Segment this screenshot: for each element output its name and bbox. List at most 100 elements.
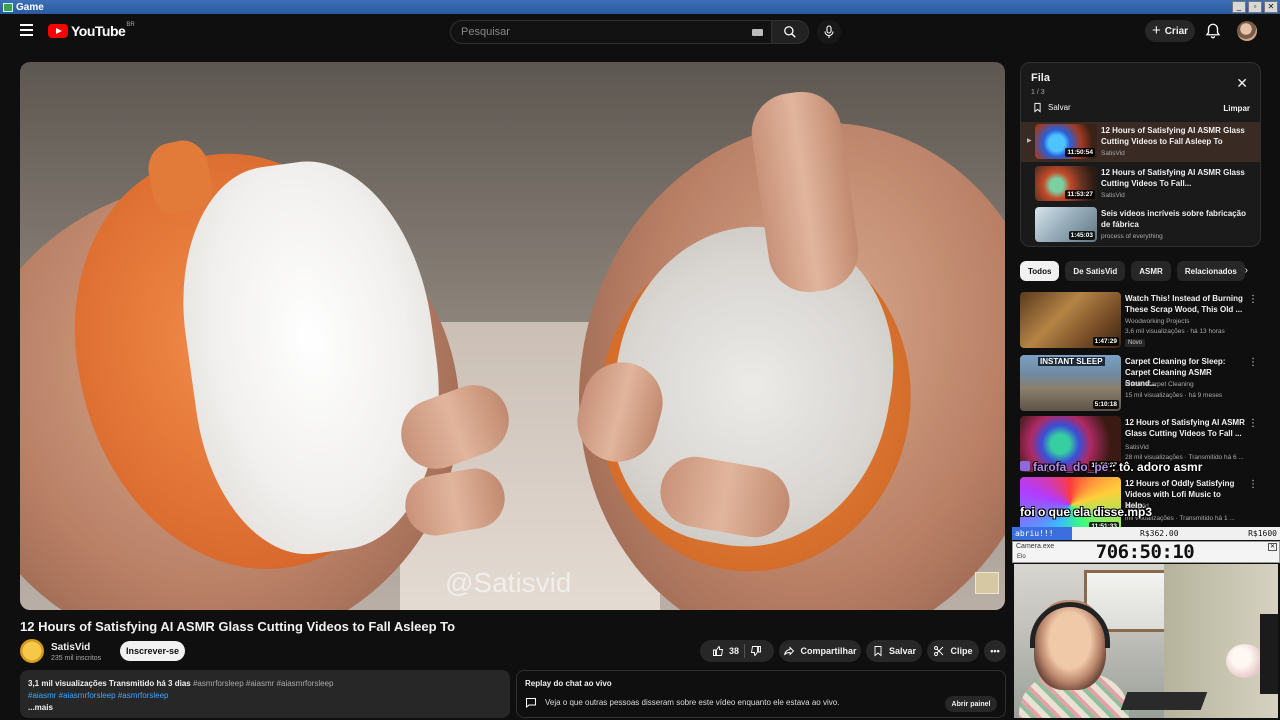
subscriber-count: 235 mil inscritos (51, 655, 102, 662)
chat-replay-box: Replay do chat ao vivo Veja o que outras… (516, 670, 1006, 718)
create-button[interactable]: + Criar (1145, 20, 1195, 42)
donation-goal: R$1600 (1248, 529, 1277, 538)
country-code: BR (126, 22, 135, 28)
subscribe-button[interactable]: Inscrever-se (120, 641, 185, 661)
chat-replay-title: Replay do chat ao vivo (525, 679, 612, 688)
queue-item-title: 12 Hours of Satisfying AI ASMR Glass Cut… (1101, 168, 1245, 188)
like-count[interactable]: 38 (729, 646, 739, 656)
donation-amount: R$362.00 (1140, 529, 1179, 538)
keyboard-icon[interactable] (752, 29, 763, 36)
search-icon (784, 26, 796, 38)
window-controls: _ ▫ ✕ (1232, 1, 1278, 13)
app-icon (3, 2, 13, 12)
brand-wordmark: YouTube (71, 23, 126, 39)
bookmark-icon (1034, 102, 1041, 113)
queue-item-title: 12 Hours of Satisfying AI ASMR Glass Cut… (1101, 126, 1245, 146)
queue-clear-button[interactable]: Limpar (1223, 104, 1250, 113)
dislike-icon[interactable] (750, 645, 762, 657)
close-icon[interactable]: ✕ (1268, 543, 1277, 551)
chip-related[interactable]: Relacionados (1176, 261, 1245, 281)
keyboard (1120, 692, 1208, 710)
search-input[interactable] (461, 26, 741, 38)
description-tags-inline[interactable]: #asmrforsleep #aiasmr #aiasmrforsleep (193, 679, 334, 688)
more-actions-button[interactable]: ••• (984, 640, 1006, 662)
queue-item[interactable]: ▶ 11:50:54 12 Hours of Satisfying AI ASM… (1021, 122, 1260, 162)
show-more-link[interactable]: ...mais (28, 703, 53, 712)
webcam-lamp (1226, 644, 1264, 678)
thumbnail-caption: INSTANT SLEEP (1038, 357, 1105, 366)
recommendation-thumbnail: INSTANT SLEEP 5:10:18 (1020, 355, 1121, 411)
like-dislike-group: 38 (700, 640, 774, 662)
queue-thumbnail: 1:45:03 (1035, 207, 1097, 242)
chat-replay-message: Veja o que outras pessoas disseram sobre… (545, 698, 840, 707)
overlay-chat-line: farofa_do_pe : tô. adoro asmr (1020, 460, 1202, 474)
queue-item[interactable]: 11:53:27 12 Hours of Satisfying AI ASMR … (1021, 164, 1260, 204)
camera-window-sub: Elo (1017, 554, 1026, 560)
more-vertical-icon[interactable]: ⋮ (1248, 479, 1258, 490)
channel-watermark-logo[interactable] (975, 572, 999, 594)
recommendation-item[interactable]: 1:47:29 Watch This! Instead of Burning T… (1020, 292, 1262, 350)
voice-search-button[interactable] (817, 20, 841, 44)
queue-save-button[interactable]: Salvar (1033, 102, 1071, 113)
more-vertical-icon[interactable]: ⋮ (1248, 294, 1258, 305)
queue-item-channel: SatisVid (1101, 192, 1125, 199)
save-button[interactable]: Salvar (866, 640, 922, 662)
plus-icon: + (1151, 21, 1161, 39)
more-vertical-icon[interactable]: ⋮ (1248, 418, 1258, 429)
recommendation-item[interactable]: INSTANT SLEEP 5:10:18 Carpet Cleaning fo… (1020, 355, 1262, 413)
duration-badge: 11:53:27 (1065, 190, 1095, 199)
bookmark-icon (874, 646, 882, 657)
recommendation-meta: 3,6 mil visualizações · há 13 horas (1125, 328, 1225, 335)
channel-avatar[interactable] (20, 639, 44, 663)
duration-badge: 1:45:03 (1068, 231, 1095, 240)
queue-panel: Fila 1 / 3 ✕ Salvar Limpar ▶ 11:50:54 12… (1020, 62, 1261, 247)
queue-thumbnail: 11:53:27 (1035, 166, 1097, 201)
description-hashtags[interactable]: #aiasmr #aiasmrforsleep #asmrforsleep (28, 690, 502, 702)
channel-name[interactable]: SatisVid (51, 642, 90, 653)
recommendation-channel: Woodworking Projects (1125, 318, 1190, 325)
stream-timer: 706:50:10 (1095, 541, 1195, 563)
notifications-bell-icon[interactable] (1204, 22, 1222, 40)
save-label: Salvar (888, 646, 917, 656)
recommendation-channel: Master Carpet Cleaning (1125, 381, 1194, 388)
create-label: Criar (1164, 25, 1189, 37)
search-box (450, 20, 772, 44)
close-icon[interactable]: ✕ (1236, 76, 1248, 90)
menu-icon[interactable] (20, 24, 33, 36)
more-vertical-icon[interactable]: ⋮ (1248, 357, 1258, 368)
video-player[interactable]: @Satisvid (20, 62, 1005, 610)
chevron-right-icon[interactable]: › (1245, 265, 1248, 276)
split-label: abriu!!! (1012, 527, 1072, 540)
queue-item-channel: process of everything (1101, 233, 1163, 240)
queue-thumbnail: 11:50:54 (1035, 124, 1097, 159)
minimize-button[interactable]: _ (1232, 1, 1246, 13)
restore-button[interactable]: ▫ (1248, 1, 1262, 13)
chip-all[interactable]: Todos (1020, 261, 1060, 281)
open-chat-panel-button[interactable]: Abrir painel (945, 696, 997, 712)
share-button[interactable]: Compartilhar (779, 640, 861, 662)
clip-button[interactable]: Clipe (927, 640, 979, 662)
duration-badge: 1:47:29 (1092, 337, 1119, 346)
chat-icon (526, 698, 536, 708)
queue-item[interactable]: 1:45:03 Seis videos incríveis sobre fabr… (1021, 205, 1260, 245)
youtube-play-icon (48, 24, 68, 38)
recommendation-title: 12 Hours of Satisfying AI ASMR Glass Cut… (1125, 418, 1245, 438)
overlay-chat-user: farofa_do_pe (1033, 460, 1109, 474)
chip-from-channel[interactable]: De SatisVid (1065, 261, 1126, 281)
duration-badge: 5:10:18 (1092, 400, 1119, 409)
microphone-icon (824, 25, 834, 38)
overlay-chat-text: : tô. adoro asmr (1108, 460, 1203, 474)
like-icon[interactable] (712, 645, 724, 657)
search-button[interactable] (771, 20, 809, 44)
top-bar: YouTube BR + Criar (0, 14, 1280, 48)
queue-item-title: Seis videos incríveis sobre fabricação d… (1101, 209, 1246, 229)
video-watermark: @Satisvid (445, 567, 572, 598)
close-window-button[interactable]: ✕ (1264, 1, 1278, 13)
recommendation-meta: 15 mil visualizações · há 9 meses (1125, 392, 1223, 399)
overlay-chat-line: foi o que ela disse.mp3 (1020, 505, 1153, 519)
account-avatar[interactable] (1237, 21, 1257, 41)
youtube-logo[interactable]: YouTube BR (48, 22, 135, 39)
chip-asmr[interactable]: ASMR (1131, 261, 1171, 281)
now-playing-icon: ▶ (1027, 138, 1032, 144)
description-box[interactable]: 3,1 mil visualizações Transmitido há 3 d… (20, 670, 510, 718)
